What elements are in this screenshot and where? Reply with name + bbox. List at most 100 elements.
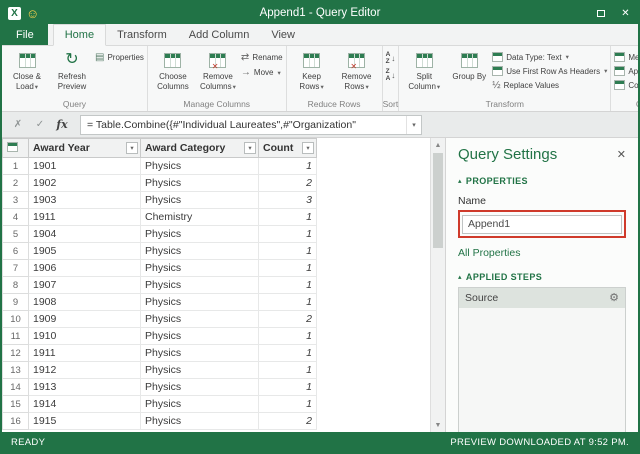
- confirm-formula-button[interactable]: ✓: [30, 119, 50, 130]
- keep-rows-button[interactable]: Keep Rows▾: [290, 48, 334, 98]
- merge-queries-button[interactable]: Merge Queries: [614, 52, 638, 62]
- row-number-cell[interactable]: 15: [3, 396, 29, 413]
- count-cell[interactable]: 1: [259, 345, 317, 362]
- tab-transform[interactable]: Transform: [106, 24, 178, 45]
- award-year-cell[interactable]: 1905: [29, 243, 141, 260]
- rename-button[interactable]: ⇄ Rename: [241, 52, 283, 63]
- count-cell[interactable]: 1: [259, 294, 317, 311]
- tab-add-column[interactable]: Add Column: [178, 24, 261, 45]
- count-cell[interactable]: 1: [259, 209, 317, 226]
- award-year-cell[interactable]: 1902: [29, 175, 141, 192]
- row-number-cell[interactable]: 12: [3, 345, 29, 362]
- award-category-cell[interactable]: Physics: [141, 243, 259, 260]
- row-number-cell[interactable]: 14: [3, 379, 29, 396]
- award-category-cell[interactable]: Physics: [141, 175, 259, 192]
- close-and-load-button[interactable]: Close & Load▾: [5, 48, 49, 98]
- row-number-cell[interactable]: 2: [3, 175, 29, 192]
- row-number-cell[interactable]: 16: [3, 413, 29, 430]
- award-year-cell[interactable]: 1903: [29, 192, 141, 209]
- select-all-header[interactable]: [3, 139, 29, 158]
- award-category-cell[interactable]: Physics: [141, 158, 259, 175]
- count-cell[interactable]: 1: [259, 396, 317, 413]
- scroll-up-icon[interactable]: ▲: [431, 138, 445, 152]
- scrollbar-thumb[interactable]: [433, 153, 443, 248]
- filter-dropdown-icon[interactable]: ▾: [126, 142, 138, 154]
- award-category-cell[interactable]: Physics: [141, 413, 259, 430]
- smiley-feedback-icon[interactable]: ☺: [26, 7, 39, 20]
- row-number-cell[interactable]: 13: [3, 362, 29, 379]
- gear-icon[interactable]: ⚙: [609, 291, 619, 304]
- count-cell[interactable]: 2: [259, 311, 317, 328]
- count-cell[interactable]: 1: [259, 277, 317, 294]
- count-cell[interactable]: 1: [259, 243, 317, 260]
- award-category-cell[interactable]: Physics: [141, 345, 259, 362]
- award-year-cell[interactable]: 1911: [29, 209, 141, 226]
- award-category-cell[interactable]: Physics: [141, 260, 259, 277]
- award-category-cell[interactable]: Physics: [141, 396, 259, 413]
- formula-expand-button[interactable]: ▾: [406, 116, 421, 134]
- award-year-cell[interactable]: 1909: [29, 311, 141, 328]
- tab-view[interactable]: View: [260, 24, 306, 45]
- group-by-button[interactable]: Group By: [447, 48, 491, 98]
- award-category-cell[interactable]: Physics: [141, 328, 259, 345]
- formula-input[interactable]: = Table.Combine({#"Individual Laureates"…: [80, 115, 422, 135]
- count-cell[interactable]: 1: [259, 158, 317, 175]
- award-year-cell[interactable]: 1904: [29, 226, 141, 243]
- award-category-cell[interactable]: Physics: [141, 192, 259, 209]
- count-cell[interactable]: 2: [259, 413, 317, 430]
- properties-section-header[interactable]: ▴ PROPERTIES: [458, 176, 626, 186]
- column-header-award-year[interactable]: Award Year▾: [29, 139, 141, 158]
- remove-rows-button[interactable]: ✕ Remove Rows▾: [335, 48, 379, 98]
- data-type-button[interactable]: Data Type: Text▾: [492, 52, 607, 62]
- award-category-cell[interactable]: Chemistry: [141, 209, 259, 226]
- count-cell[interactable]: 2: [259, 175, 317, 192]
- row-number-cell[interactable]: 11: [3, 328, 29, 345]
- refresh-preview-button[interactable]: ↻ Refresh Preview: [50, 48, 94, 98]
- award-year-cell[interactable]: 1912: [29, 362, 141, 379]
- award-category-cell[interactable]: Physics: [141, 226, 259, 243]
- count-cell[interactable]: 1: [259, 379, 317, 396]
- award-year-cell[interactable]: 1913: [29, 379, 141, 396]
- all-properties-link[interactable]: All Properties: [458, 247, 626, 259]
- row-number-cell[interactable]: 5: [3, 226, 29, 243]
- award-category-cell[interactable]: Physics: [141, 277, 259, 294]
- award-year-cell[interactable]: 1906: [29, 260, 141, 277]
- column-header-count[interactable]: Count▾: [259, 139, 317, 158]
- vertical-scrollbar[interactable]: ▲ ▼: [430, 138, 445, 432]
- count-cell[interactable]: 1: [259, 328, 317, 345]
- filter-dropdown-icon[interactable]: ▾: [244, 142, 256, 154]
- count-cell[interactable]: 1: [259, 226, 317, 243]
- row-number-cell[interactable]: 4: [3, 209, 29, 226]
- remove-columns-button[interactable]: ✕ Remove Columns▾: [196, 48, 240, 98]
- award-category-cell[interactable]: Physics: [141, 294, 259, 311]
- row-number-cell[interactable]: 3: [3, 192, 29, 209]
- award-year-cell[interactable]: 1911: [29, 345, 141, 362]
- replace-values-button[interactable]: ½ Replace Values: [492, 80, 607, 91]
- award-year-cell[interactable]: 1914: [29, 396, 141, 413]
- append-queries-button[interactable]: Append Queries: [614, 66, 638, 76]
- row-number-cell[interactable]: 9: [3, 294, 29, 311]
- row-number-cell[interactable]: 7: [3, 260, 29, 277]
- row-number-cell[interactable]: 10: [3, 311, 29, 328]
- move-button[interactable]: → Move▾: [241, 67, 283, 78]
- count-cell[interactable]: 1: [259, 260, 317, 277]
- tab-home[interactable]: Home: [53, 24, 106, 46]
- award-category-cell[interactable]: Physics: [141, 362, 259, 379]
- sort-descending-button[interactable]: ZA↓: [386, 69, 396, 82]
- award-year-cell[interactable]: 1910: [29, 328, 141, 345]
- close-panel-icon[interactable]: ✕: [617, 148, 626, 161]
- applied-step-source[interactable]: Source ⚙: [459, 288, 625, 308]
- choose-columns-button[interactable]: Choose Columns: [151, 48, 195, 98]
- row-number-cell[interactable]: 1: [3, 158, 29, 175]
- award-year-cell[interactable]: 1901: [29, 158, 141, 175]
- tab-file[interactable]: File: [2, 24, 48, 45]
- row-number-cell[interactable]: 8: [3, 277, 29, 294]
- award-year-cell[interactable]: 1915: [29, 413, 141, 430]
- column-header-award-category[interactable]: Award Category▾: [141, 139, 259, 158]
- count-cell[interactable]: 3: [259, 192, 317, 209]
- sort-ascending-button[interactable]: AZ↓: [386, 52, 396, 65]
- award-year-cell[interactable]: 1908: [29, 294, 141, 311]
- row-number-cell[interactable]: 6: [3, 243, 29, 260]
- close-button[interactable]: ✕: [613, 2, 638, 24]
- maximize-button[interactable]: [588, 2, 613, 24]
